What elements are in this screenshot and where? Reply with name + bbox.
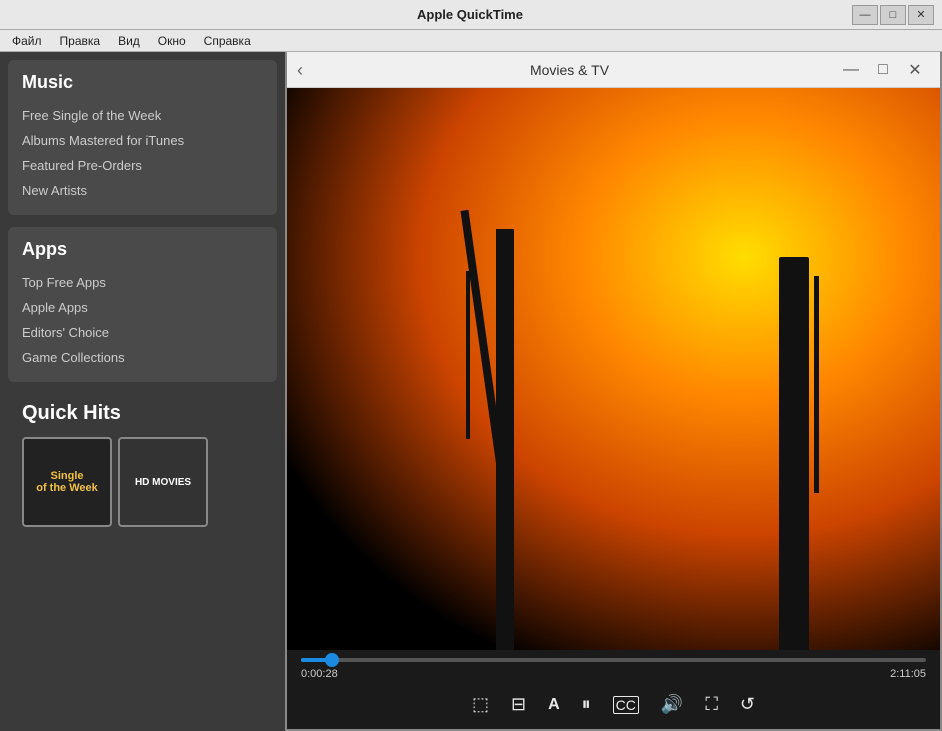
video-win-controls: — □ ✕ — [836, 57, 930, 83]
fullscreen-button[interactable]: ⛶ — [701, 690, 722, 719]
thumbnail-single-text: Singleof the Week — [32, 466, 102, 498]
silhouette-right — [779, 257, 809, 650]
close-button[interactable]: ✕ — [908, 5, 934, 25]
pause-icon: ⏸ — [582, 694, 591, 715]
minimize-button[interactable]: — — [852, 5, 878, 25]
video-close-button[interactable]: ✕ — [900, 57, 930, 83]
apps-section-title: Apps — [22, 239, 263, 260]
maximize-button[interactable]: □ — [880, 5, 906, 25]
quick-hits-title: Quick Hits — [22, 402, 263, 425]
app-title: Apple QuickTime — [88, 7, 852, 22]
captions-button[interactable]: CC — [609, 692, 643, 718]
sidebar: Music Free Single of the Week Albums Mas… — [0, 52, 285, 731]
chapters-icon: ⊟ — [511, 694, 526, 715]
volume-button[interactable]: 🔊 — [657, 690, 687, 719]
sidebar-link-new-artists[interactable]: New Artists — [22, 178, 263, 203]
chapters-button[interactable]: ⊟ — [507, 690, 530, 719]
sidebar-link-top-free[interactable]: Top Free Apps — [22, 270, 263, 295]
sidebar-link-albums[interactable]: Albums Mastered for iTunes — [22, 128, 263, 153]
reload-button[interactable]: ↺ — [736, 690, 759, 719]
window-controls: — □ ✕ — [852, 5, 934, 25]
silhouette-left — [496, 229, 514, 651]
main-content: Music Free Single of the Week Albums Mas… — [0, 52, 942, 731]
captions-font-button[interactable]: A — [544, 692, 564, 718]
video-minimize-button[interactable]: — — [836, 57, 866, 83]
pause-button[interactable]: ⏸ — [578, 690, 595, 719]
video-panel: ‹ Movies & TV — □ ✕ — [285, 52, 942, 731]
video-content — [287, 88, 940, 650]
thumbnail-hd-text: HD MOVIES — [135, 477, 191, 488]
progress-track — [301, 658, 926, 662]
sidebar-link-free-single[interactable]: Free Single of the Week — [22, 103, 263, 128]
quick-hits-section: Quick Hits Singleof the Week HD MOVIES — [8, 390, 277, 727]
loop-icon: ⬚ — [472, 694, 489, 715]
apps-section: Apps Top Free Apps Apple Apps Editors' C… — [8, 227, 277, 382]
thumbnail-single-of-week[interactable]: Singleof the Week — [22, 437, 112, 527]
sidebar-link-game-collections[interactable]: Game Collections — [22, 345, 263, 370]
time-row: 0:00:28 2:11:05 — [301, 668, 926, 680]
reload-icon: ↺ — [740, 694, 755, 715]
sidebar-link-editors-choice[interactable]: Editors' Choice — [22, 320, 263, 345]
music-section-title: Music — [22, 72, 263, 93]
quick-hits-thumbnails: Singleof the Week HD MOVIES — [22, 437, 263, 527]
volume-icon: 🔊 — [661, 694, 683, 715]
sidebar-link-preorders[interactable]: Featured Pre-Orders — [22, 153, 263, 178]
fire-background — [287, 88, 940, 650]
menu-help[interactable]: Справка — [196, 32, 259, 50]
sidebar-link-apple-apps[interactable]: Apple Apps — [22, 295, 263, 320]
thumbnail-hd-movies[interactable]: HD MOVIES — [118, 437, 208, 527]
menu-edit[interactable]: Правка — [52, 32, 109, 50]
captions-icon: CC — [613, 696, 639, 714]
video-window: ‹ Movies & TV — □ ✕ — [287, 52, 940, 729]
fullscreen-icon: ⛶ — [705, 694, 718, 715]
menu-bar: Файл Правка Вид Окно Справка — [0, 30, 942, 52]
video-controls: 0:00:28 2:11:05 ⬚ ⊟ A ⏸ — [287, 650, 940, 729]
captions-font-icon: A — [548, 696, 560, 714]
back-button[interactable]: ‹ — [297, 61, 303, 79]
music-section: Music Free Single of the Week Albums Mas… — [8, 60, 277, 215]
controls-buttons: ⬚ ⊟ A ⏸ CC 🔊 — [301, 686, 926, 723]
video-titlebar: ‹ Movies & TV — □ ✕ — [287, 52, 940, 88]
menu-view[interactable]: Вид — [110, 32, 148, 50]
progress-bar[interactable] — [301, 656, 926, 664]
menu-file[interactable]: Файл — [4, 32, 50, 50]
current-time: 0:00:28 — [301, 668, 338, 680]
menu-window[interactable]: Окно — [150, 32, 194, 50]
total-time: 2:11:05 — [890, 668, 926, 680]
progress-thumb[interactable] — [325, 653, 339, 667]
video-maximize-button[interactable]: □ — [868, 57, 898, 83]
loop-button[interactable]: ⬚ — [468, 690, 493, 719]
video-frame — [287, 88, 940, 650]
title-bar: Apple QuickTime — □ ✕ — [0, 0, 942, 30]
video-window-title: Movies & TV — [311, 62, 828, 78]
